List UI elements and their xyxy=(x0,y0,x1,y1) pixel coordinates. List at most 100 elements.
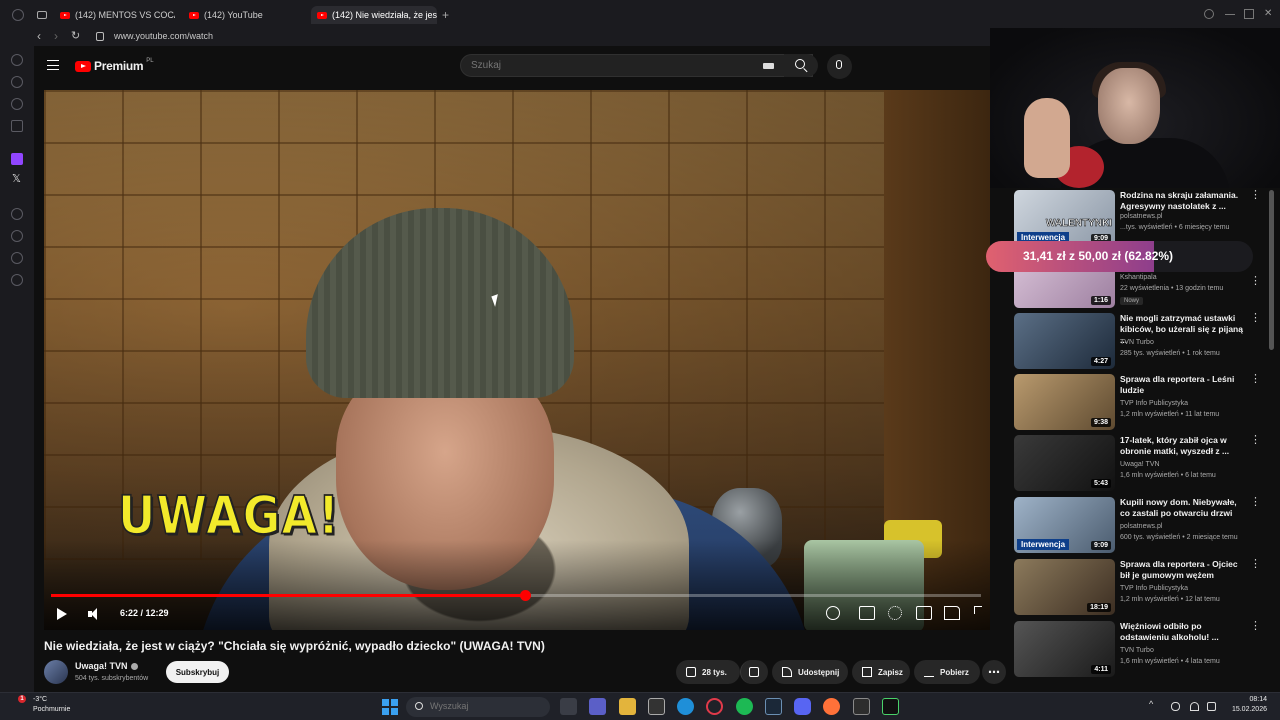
more-options-icon[interactable]: ⋮ xyxy=(1250,497,1261,508)
save-button[interactable]: Zapisz xyxy=(852,660,910,684)
sidebar-icon[interactable] xyxy=(11,76,23,88)
search-input[interactable] xyxy=(471,60,751,71)
search-tabs-icon[interactable] xyxy=(1204,9,1214,19)
opera-icon[interactable] xyxy=(706,698,723,715)
subtitles-icon[interactable] xyxy=(859,606,875,620)
video-thumbnail[interactable]: 4:27 xyxy=(1014,313,1115,369)
twitch-icon[interactable] xyxy=(11,153,23,165)
youtube-premium-logo[interactable]: Premium PL xyxy=(75,58,154,73)
volume-icon[interactable] xyxy=(88,608,102,620)
autoplay-toggle-icon[interactable] xyxy=(826,606,840,620)
discord-icon[interactable] xyxy=(794,698,811,715)
recommendation-item[interactable]: 18:19 Sprawa dla reportera - Ojciec bił … xyxy=(1014,559,1264,615)
speaker-icon[interactable] xyxy=(1207,702,1216,711)
sidebar-scrollbar[interactable] xyxy=(1269,190,1274,350)
close-icon[interactable]: ✕ xyxy=(1264,9,1274,19)
voice-search-button[interactable] xyxy=(827,54,852,79)
sidebar-icon[interactable] xyxy=(11,208,23,220)
video-thumbnail[interactable]: 9:38 xyxy=(1014,374,1115,430)
browser-logo-icon[interactable] xyxy=(12,9,24,21)
recommendation-item[interactable]: Interwencja 9:09 Kupili nowy dom. Niebyw… xyxy=(1014,497,1264,553)
spotify-icon[interactable] xyxy=(736,698,753,715)
progress-bar[interactable] xyxy=(51,590,981,601)
more-options-icon[interactable]: ⋮ xyxy=(1250,435,1261,446)
fullscreen-icon[interactable] xyxy=(974,606,982,614)
share-button[interactable]: Udostępnij xyxy=(772,660,848,684)
reload-icon[interactable]: ↻ xyxy=(71,29,80,42)
more-options-icon[interactable]: ⋮ xyxy=(1250,313,1261,324)
video-player[interactable]: UWAGA! 6:22 / 12:29 xyxy=(44,90,990,630)
sidebar-icon[interactable] xyxy=(11,54,23,66)
cast-icon[interactable] xyxy=(944,606,960,620)
download-button[interactable]: Pobierz xyxy=(914,660,980,684)
firefox-icon[interactable] xyxy=(823,698,840,715)
clock-date[interactable]: 15.02.2026 xyxy=(1225,706,1267,713)
recommendation-channel[interactable]: TVP Info Publicystyka xyxy=(1120,585,1188,592)
more-actions-button[interactable]: ⋯ xyxy=(982,660,1006,684)
sidebar-icon[interactable] xyxy=(11,120,23,132)
recommendation-title[interactable]: Kupili nowy dom. Niebywałe, co zastali p… xyxy=(1120,497,1248,519)
task-view-icon[interactable] xyxy=(560,698,577,715)
more-options-icon[interactable]: ⋮ xyxy=(1250,190,1261,201)
video-thumbnail[interactable]: Interwencja 9:09 xyxy=(1014,497,1115,553)
recommendation-item[interactable]: 4:27 Nie mogli zatrzymać ustawki kibiców… xyxy=(1014,313,1264,369)
tab-actions-icon[interactable] xyxy=(37,6,49,24)
tab-youtube[interactable]: (142) YouTube xyxy=(189,6,299,24)
taskbar-search[interactable] xyxy=(406,697,550,717)
settings-gear-icon[interactable] xyxy=(888,606,902,620)
recommendation-item[interactable]: WALENTYNKI Interwencja 9:09 Rodzina na s… xyxy=(1014,190,1264,246)
forward-arrow-icon[interactable]: › xyxy=(54,29,58,43)
video-thumbnail[interactable]: 4:11 xyxy=(1014,621,1115,677)
video-thumbnail[interactable]: WALENTYNKI Interwencja 9:09 xyxy=(1014,190,1115,246)
tab-mentos[interactable]: (142) MENTOS VS COCA C xyxy=(60,6,175,24)
more-options-icon[interactable]: ⋮ xyxy=(1250,276,1261,287)
recommendation-channel[interactable]: polsatnews.pl xyxy=(1120,213,1162,220)
recommendation-title[interactable]: Rodzina na skraju załamania. Agresywny n… xyxy=(1120,190,1248,212)
wifi-icon[interactable] xyxy=(1190,702,1199,711)
epic-games-icon[interactable] xyxy=(648,698,665,715)
sidebar-icon[interactable] xyxy=(11,252,23,264)
video-thumbnail[interactable]: 5:43 xyxy=(1014,435,1115,491)
subscribe-button[interactable]: Subskrybuj xyxy=(166,661,229,683)
taskbar-search-input[interactable] xyxy=(430,701,540,711)
url-field[interactable]: www.youtube.com/watch xyxy=(114,31,213,41)
recommendation-channel[interactable]: TVP Info Publicystyka xyxy=(1120,400,1188,407)
video-thumbnail[interactable]: 18:19 xyxy=(1014,559,1115,615)
x-twitter-icon[interactable]: 𝕏 xyxy=(12,172,21,185)
more-options-icon[interactable]: ⋮ xyxy=(1250,621,1261,632)
miniplayer-icon[interactable] xyxy=(916,606,932,620)
file-explorer-icon[interactable] xyxy=(619,698,636,715)
weather-temperature[interactable]: -3°C xyxy=(33,696,47,703)
search-button[interactable] xyxy=(784,54,818,77)
settings-icon[interactable] xyxy=(11,274,23,286)
recommendation-item[interactable]: 4:11 Więźniowi odbiło po odstawieniu alk… xyxy=(1014,621,1264,677)
more-options-icon[interactable]: ⋮ xyxy=(1250,559,1261,570)
windows-start-icon[interactable] xyxy=(382,699,398,715)
avatar[interactable] xyxy=(44,660,68,684)
microphone-tray-icon[interactable] xyxy=(1171,702,1180,711)
sidebar-icon[interactable] xyxy=(11,230,23,242)
recommendation-channel[interactable]: Kshantipala xyxy=(1120,274,1157,281)
new-tab-button[interactable]: + xyxy=(442,8,449,22)
dislike-button[interactable] xyxy=(740,660,768,684)
chevron-up-icon[interactable]: ^ xyxy=(1149,699,1158,709)
tab-current-video[interactable]: (142) Nie wiedziała, że jest xyxy=(311,6,437,24)
recommendation-channel[interactable]: TVN Turbo xyxy=(1120,647,1154,654)
recommendation-title[interactable]: Sprawa dla reportera - Leśni ludzie xyxy=(1120,374,1248,396)
play-icon[interactable] xyxy=(57,608,67,620)
like-button[interactable]: 28 tys. xyxy=(676,660,740,684)
back-arrow-icon[interactable]: ‹ xyxy=(37,29,41,43)
recommendation-title[interactable]: Sprawa dla reportera - Ojciec bił je gum… xyxy=(1120,559,1248,581)
recommendation-item[interactable]: 5:43 17-latek, który zabił ojca w obroni… xyxy=(1014,435,1264,491)
more-options-icon[interactable]: ⋮ xyxy=(1250,374,1261,385)
menu-icon[interactable] xyxy=(47,60,59,70)
clock-time[interactable]: 08:14 xyxy=(1225,696,1267,703)
steam-icon[interactable] xyxy=(765,698,782,715)
weather-condition[interactable]: Pochmurnie xyxy=(33,706,70,713)
recommendation-title[interactable]: Więźniowi odbiło po odstawieniu alkoholu… xyxy=(1120,621,1248,643)
sidebar-icon[interactable] xyxy=(11,98,23,110)
recommendation-item[interactable]: 9:38 Sprawa dla reportera - Leśni ludzie… xyxy=(1014,374,1264,430)
app-icon[interactable] xyxy=(853,698,870,715)
recommendation-channel[interactable]: polsatnews.pl xyxy=(1120,523,1162,530)
teams-icon[interactable] xyxy=(589,698,606,715)
